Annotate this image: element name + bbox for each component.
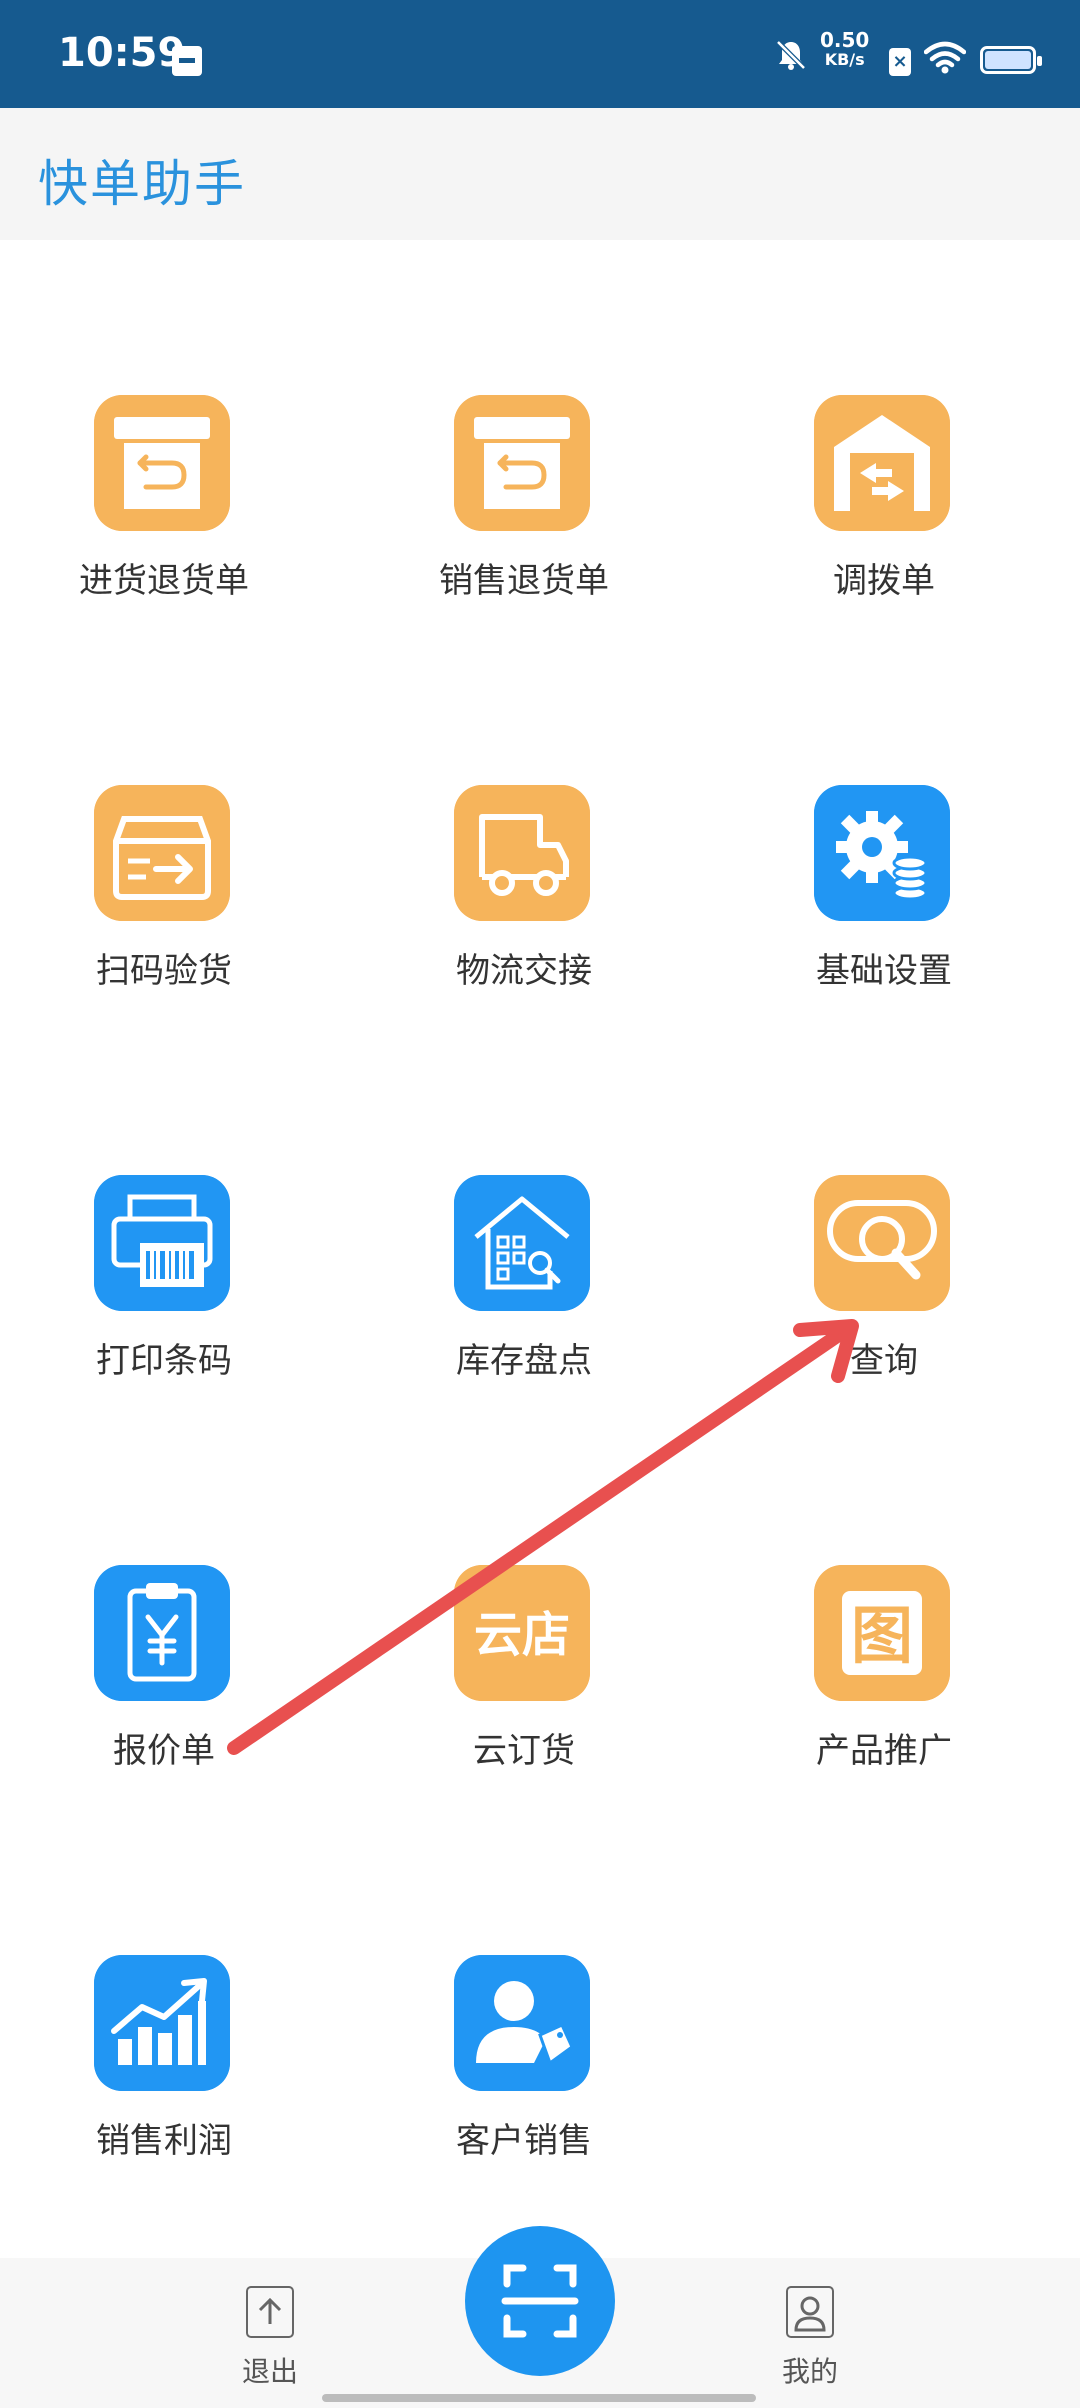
battery-icon — [980, 46, 1042, 74]
return-box-icon — [94, 395, 230, 531]
tile-transfer-order[interactable]: 调拨单 — [734, 395, 1034, 695]
tile-quotation[interactable]: 报价单 — [14, 1565, 314, 1865]
gear-coins-icon — [814, 785, 950, 921]
tile-label: 报价单 — [113, 1731, 215, 1771]
truck-icon — [454, 785, 590, 921]
tile-inventory-count[interactable]: 库存盘点 — [374, 1175, 674, 1475]
tile-scan-inspect[interactable]: 扫码验货 — [14, 785, 314, 1085]
tab-exit[interactable]: 退出 — [190, 2258, 350, 2390]
tab-exit-label: 退出 — [241, 2355, 298, 2388]
tile-print-barcode[interactable]: 打印条码 — [14, 1175, 314, 1475]
tile-label: 扫码验货 — [96, 951, 232, 991]
cloud-store-icon-text: 云店 — [474, 1607, 570, 1663]
house-search-icon — [454, 1175, 590, 1311]
bell-muted-icon — [776, 40, 806, 70]
tile-customer-sales[interactable]: 客户销售 — [374, 1955, 674, 2255]
tile-product-promotion[interactable]: 图 产品推广 — [734, 1565, 1034, 1865]
cloud-store-icon: 云店 — [454, 1565, 590, 1701]
tile-query[interactable]: 查询 — [734, 1175, 1034, 1475]
tile-sales-profit[interactable]: 销售利润 — [14, 1955, 314, 2255]
scan-icon — [501, 2264, 579, 2338]
warehouse-transfer-icon — [814, 395, 950, 531]
tile-label: 查询 — [850, 1341, 918, 1381]
upload-icon — [246, 2286, 294, 2338]
gesture-bar[interactable] — [322, 2394, 756, 2402]
customer-tag-icon — [454, 1955, 590, 2091]
calendar-notification-icon — [172, 46, 202, 76]
tile-label: 云订货 — [473, 1731, 575, 1771]
tile-label: 物流交接 — [456, 951, 592, 991]
tile-label: 产品推广 — [816, 1731, 952, 1771]
tab-mine-label: 我的 — [781, 2355, 838, 2388]
tile-label: 调拨单 — [833, 561, 935, 601]
box-arrow-icon — [94, 785, 230, 921]
user-icon — [786, 2286, 834, 2338]
status-bar: 10:59 0.50 KB/s × — [0, 0, 1080, 108]
growth-chart-icon — [94, 1955, 230, 2091]
wifi-icon — [924, 41, 966, 74]
tile-purchase-return[interactable]: 进货退货单 — [14, 395, 314, 695]
tile-cloud-order[interactable]: 云店 云订货 — [374, 1565, 674, 1865]
tile-label: 销售退货单 — [439, 561, 609, 601]
tile-label: 客户销售 — [456, 2121, 592, 2161]
tile-label: 库存盘点 — [456, 1341, 592, 1381]
network-speed-value: 0.50 — [820, 28, 870, 52]
no-sim-icon: × — [889, 48, 911, 76]
search-icon — [814, 1175, 950, 1311]
return-box-icon — [454, 395, 590, 531]
tile-label: 进货退货单 — [79, 561, 249, 601]
app-header: 快单助手 — [0, 108, 1080, 240]
tab-mine[interactable]: 我的 — [730, 2258, 890, 2390]
image-frame-icon-text: 图 — [851, 1599, 913, 1672]
barcode-printer-icon — [94, 1175, 230, 1311]
tile-basic-settings[interactable]: 基础设置 — [734, 785, 1034, 1085]
tile-label: 打印条码 — [96, 1341, 232, 1381]
network-speed-unit: KB/s — [824, 50, 865, 69]
image-frame-icon: 图 — [814, 1565, 950, 1701]
tile-label: 销售利润 — [96, 2121, 232, 2161]
status-time: 10:59 — [58, 30, 186, 76]
app-title: 快单助手 — [38, 155, 246, 213]
scan-button[interactable] — [465, 2226, 615, 2376]
tile-sales-return[interactable]: 销售退货单 — [374, 395, 674, 695]
clipboard-yen-icon — [94, 1565, 230, 1701]
network-speed: 0.50 KB/s — [820, 30, 869, 70]
tile-label: 基础设置 — [816, 951, 952, 991]
tile-logistics-handover[interactable]: 物流交接 — [374, 785, 674, 1085]
